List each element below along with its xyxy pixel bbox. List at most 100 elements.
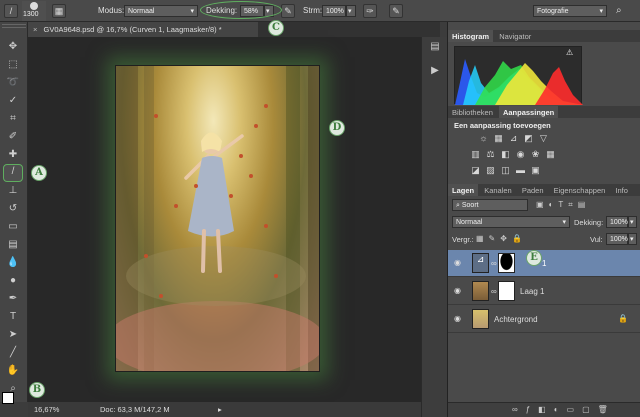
exposure-icon[interactable]: ◩	[523, 133, 534, 144]
tab-properties[interactable]: Eigenschappen	[550, 184, 610, 196]
color-lookup-icon[interactable]: ▦	[545, 149, 556, 160]
zoom-level[interactable]: 16,67%	[34, 405, 59, 414]
line-tool-icon[interactable]: ╱	[5, 346, 21, 360]
healing-brush-tool-icon[interactable]: ✚	[5, 148, 21, 162]
threshold-icon[interactable]: ◫	[500, 165, 511, 176]
fill-input[interactable]: 100%	[606, 233, 628, 245]
tab-paths[interactable]: Paden	[518, 184, 548, 196]
eye-icon[interactable]: ◉	[454, 286, 464, 296]
color-balance-icon[interactable]: ⚖	[485, 149, 496, 160]
hue-saturation-icon[interactable]: ▥	[470, 149, 481, 160]
brush-tool-icon[interactable]: /	[4, 4, 18, 18]
eraser-tool-icon[interactable]: ▭	[5, 220, 21, 234]
search-icon[interactable]: ⌕	[616, 5, 628, 17]
layer-opacity-input[interactable]: 100%	[606, 216, 628, 228]
photo-canvas[interactable]	[115, 65, 320, 372]
document-size: Doc: 63,3 M/147,2 M	[100, 405, 170, 414]
lasso-tool-icon[interactable]: ➰	[5, 76, 21, 90]
vibrance-icon[interactable]: ▽	[538, 133, 549, 144]
layer-name[interactable]: Achtergrond	[494, 315, 538, 324]
tab-info[interactable]: Info	[611, 184, 632, 196]
tab-adjustments[interactable]: Aanpassingen	[498, 106, 559, 118]
tab-libraries[interactable]: Bibliotheken	[448, 106, 497, 118]
layer-name[interactable]: Laag 1	[520, 287, 544, 296]
type-tool-icon[interactable]: T	[5, 310, 21, 324]
hand-tool-icon[interactable]: ✋	[5, 364, 21, 378]
quick-select-tool-icon[interactable]: ✓	[5, 94, 21, 108]
panel-grip[interactable]	[2, 24, 26, 28]
tab-navigator[interactable]: Navigator	[495, 30, 535, 42]
callout-c: C	[268, 20, 284, 36]
brightness-icon[interactable]: ☼	[478, 133, 489, 144]
close-icon[interactable]: ×	[33, 25, 37, 34]
eye-icon[interactable]: ◉	[454, 258, 464, 268]
selective-color-icon[interactable]: ▣	[530, 165, 541, 176]
invert-icon[interactable]: ◪	[470, 165, 481, 176]
layer-filter-select[interactable]: ⌕ Soort	[452, 199, 528, 211]
levels-icon[interactable]: ▦	[493, 133, 504, 144]
dodge-tool-icon[interactable]: ●	[5, 274, 21, 288]
marquee-tool-icon[interactable]: ⬚	[5, 58, 21, 72]
layer-filter-icons[interactable]: ▣◐T⌗▤	[536, 200, 590, 210]
layer-thumbnail	[472, 309, 489, 329]
channel-mixer-icon[interactable]: ❀	[530, 149, 541, 160]
lock-label: Vergr.:	[452, 235, 474, 244]
fill-dropdown[interactable]: ▾	[628, 233, 637, 245]
blend-mode-select[interactable]: Normaal ▾	[452, 216, 570, 228]
layer-name[interactable]: 1	[542, 259, 546, 268]
photo-filter-icon[interactable]: ◉	[515, 149, 526, 160]
layer-mask-thumbnail[interactable]	[498, 281, 515, 301]
path-select-tool-icon[interactable]: ➤	[5, 328, 21, 342]
posterize-icon[interactable]: ▨	[485, 165, 496, 176]
blur-tool-icon[interactable]: 💧	[5, 256, 21, 270]
black-white-icon[interactable]: ◧	[500, 149, 511, 160]
history-brush-tool-icon[interactable]: ↺	[5, 202, 21, 216]
document-tab[interactable]: × GV0A9648.psd @ 16,7% (Curven 1, Laagma…	[28, 22, 258, 37]
flow-input[interactable]: 100%	[322, 5, 346, 17]
layer-row-background[interactable]: ◉ Achtergrond 🔒	[448, 306, 640, 333]
opacity-highlight-ring	[200, 1, 282, 19]
layer-footer-icons[interactable]: ∞ƒ◧◐▭▢🗑	[512, 405, 616, 414]
histogram-tabs: Histogram Navigator	[448, 30, 640, 42]
gradient-tool-icon[interactable]: ▤	[5, 238, 21, 252]
mode-select[interactable]: Normaal ▾	[124, 5, 198, 17]
foreground-color-swatch[interactable]	[2, 392, 14, 404]
flow-dropdown[interactable]: ▾	[346, 5, 356, 17]
eyedropper-tool-icon[interactable]: ✐	[5, 130, 21, 144]
history-panel-icon[interactable]: ▤	[428, 41, 442, 55]
callout-d: D	[329, 120, 345, 136]
clone-stamp-tool-icon[interactable]: ⊥	[5, 184, 21, 198]
lock-icon[interactable]: 🔒	[618, 314, 628, 323]
pressure-opacity-icon[interactable]: ✎	[281, 4, 295, 18]
brush-panel-icon[interactable]: ▦	[52, 4, 66, 18]
link-icon[interactable]: ∞	[491, 287, 497, 296]
pen-tool-icon[interactable]: ✒	[5, 292, 21, 306]
callout-b: B	[29, 382, 45, 398]
actions-play-icon[interactable]: ▶	[428, 65, 442, 79]
status-menu-arrow-icon[interactable]: ▸	[218, 405, 222, 414]
workspace-select[interactable]: Fotografie ▾	[533, 5, 607, 17]
tab-histogram[interactable]: Histogram	[448, 30, 494, 42]
eye-icon[interactable]: ◉	[454, 314, 464, 324]
histogram-graph	[454, 46, 583, 105]
layer-row-laag-1[interactable]: ◉ ∞ Laag 1	[448, 278, 640, 305]
tab-layers[interactable]: Lagen	[448, 184, 479, 196]
brush-tool-icon[interactable]: /	[3, 164, 23, 182]
mode-label: Modus:	[98, 6, 125, 15]
tab-channels[interactable]: Kanalen	[480, 184, 516, 196]
crop-tool-icon[interactable]: ⌗	[5, 112, 21, 126]
brush-preset-picker[interactable]: 1300	[22, 1, 46, 21]
chevron-down-icon: ▾	[190, 8, 194, 15]
callout-e: E	[526, 250, 542, 266]
layer-opacity-dropdown[interactable]: ▾	[628, 216, 637, 228]
layer-row-curves[interactable]: ◉ ⊿ ∞ 1	[448, 250, 640, 277]
curves-icon[interactable]: ⊿	[508, 133, 519, 144]
warning-icon[interactable]: ⚠	[566, 48, 573, 57]
layer-mask-thumbnail[interactable]	[498, 253, 515, 273]
gradient-map-icon[interactable]: ▬	[515, 165, 526, 176]
pressure-size-icon[interactable]: ✎	[389, 4, 403, 18]
move-tool-icon[interactable]: ✥	[5, 40, 21, 54]
lock-icons[interactable]: ▦✎✥🔒	[476, 234, 527, 243]
link-icon[interactable]: ∞	[491, 259, 497, 268]
airbrush-icon[interactable]: ✑	[363, 4, 377, 18]
